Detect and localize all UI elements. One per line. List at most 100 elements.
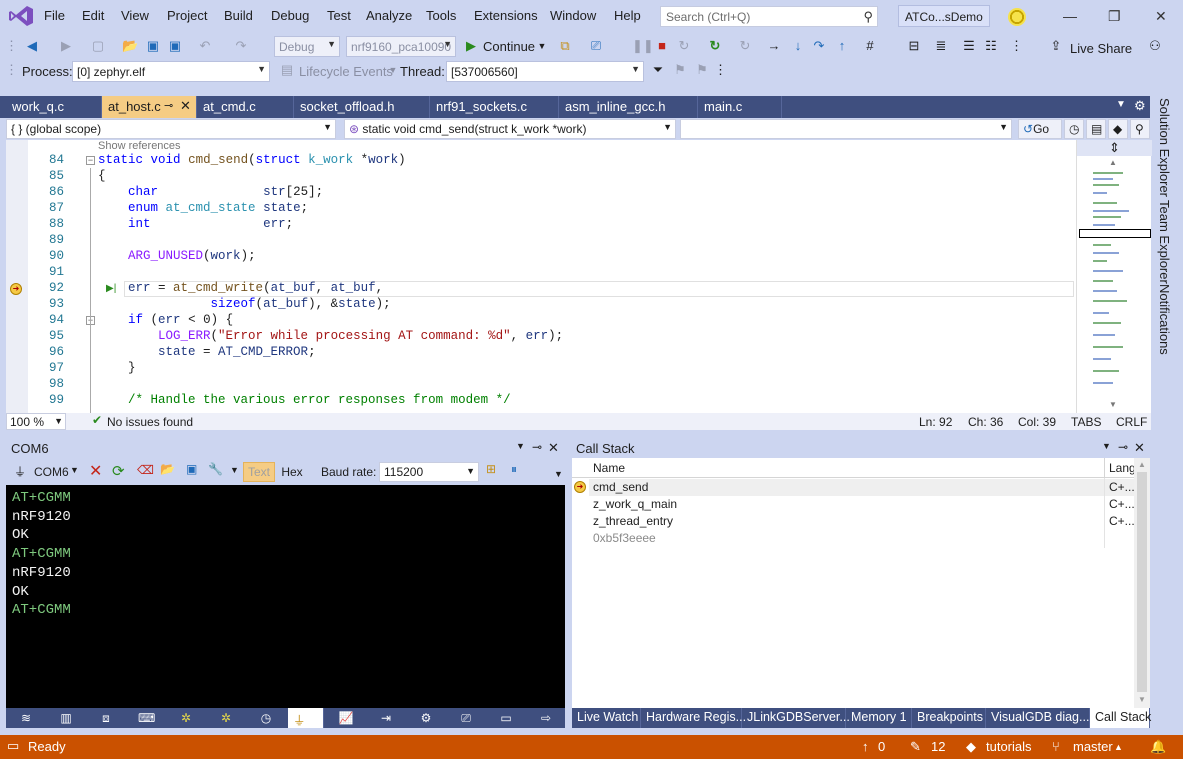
column-header-lang[interactable]: Lang	[1109, 461, 1136, 475]
hex-display-icon[interactable]: #	[862, 36, 878, 56]
toolbar-overflow-icon[interactable]: ⋮	[1010, 36, 1023, 56]
save-all-icon[interactable]: ▣	[167, 36, 183, 56]
document-icon[interactable]: ▤	[1086, 119, 1106, 139]
column-header-name[interactable]: Name	[593, 461, 625, 475]
com-tool-tab[interactable]: ⏚	[288, 708, 324, 728]
close-tab-icon[interactable]: ✕	[180, 98, 191, 114]
disconnect-icon[interactable]: ✕	[89, 461, 102, 481]
split-window-icon[interactable]: ⇕	[1077, 140, 1152, 156]
save-icon[interactable]: ▣	[145, 36, 161, 56]
live-share-button[interactable]: Live Share	[1070, 41, 1132, 56]
show-references-link[interactable]: Show references	[98, 140, 181, 152]
attach-icon[interactable]: ⧉	[555, 36, 575, 56]
restore-icon[interactable]: ❐	[1108, 8, 1121, 25]
new-project-icon[interactable]: ▢	[90, 36, 106, 56]
chevron-down-icon[interactable]: ▼	[1102, 441, 1111, 451]
call-stack-row[interactable]: 0xb5f3eeee	[589, 530, 1137, 547]
code-editor[interactable]: ➜ Show references 84 85 86 87 88 89 90 91 92 93 94…	[6, 140, 1076, 413]
pin-icon[interactable]: ⊸	[164, 99, 173, 112]
tab-live-watch[interactable]: Live Watch	[572, 708, 641, 728]
clock-tool-icon[interactable]: ◷	[258, 711, 274, 725]
tag-icon[interactable]: ◆	[1108, 119, 1128, 139]
modules-tool-icon[interactable]: ⌨	[138, 711, 155, 725]
menu-file[interactable]: File	[44, 8, 65, 23]
scroll-down-icon[interactable]: ▼	[1138, 695, 1146, 704]
tab-visualgdb-diagnostics[interactable]: VisualGDB diag...	[986, 708, 1090, 728]
add-icon[interactable]: ⊞	[486, 462, 496, 476]
tab-jlink-gdb-server[interactable]: JLinkGDBServer...	[742, 708, 850, 728]
break-all-icon[interactable]: ❚❚	[632, 36, 654, 56]
uncomment-lines-icon[interactable]: ☷	[982, 36, 1000, 56]
branch-name[interactable]: master	[1073, 739, 1113, 754]
show-next-statement-icon[interactable]: →	[766, 36, 782, 56]
tab-at-cmd-c[interactable]: at_cmd.c	[197, 96, 294, 118]
chevron-up-icon[interactable]: ▲	[1114, 742, 1123, 752]
search-input[interactable]: Search (Ctrl+Q) ⚲	[660, 6, 878, 27]
chevron-down-icon[interactable]: ▼	[554, 469, 563, 479]
find-symbol-icon[interactable]: ⚲	[1130, 119, 1150, 139]
list-icon[interactable]: ≣	[932, 36, 950, 56]
menu-analyze[interactable]: Analyze	[366, 8, 412, 23]
text-mode-toggle[interactable]: Text	[243, 462, 275, 482]
menu-window[interactable]: Window	[550, 8, 596, 23]
menu-test[interactable]: Test	[327, 8, 351, 23]
thread-dropdown[interactable]: [537006560] ▼	[446, 61, 644, 82]
scroll-up-icon[interactable]: ▲	[1138, 460, 1146, 469]
screen-icon[interactable]: ⎚	[587, 36, 605, 56]
filter-icon[interactable]: ⏷	[650, 60, 666, 80]
menu-edit[interactable]: Edit	[82, 8, 104, 23]
registers-tool-icon[interactable]: ⧈	[98, 711, 114, 725]
scroll-up-icon[interactable]: ▲	[1109, 158, 1117, 167]
console-tool-icon[interactable]: ⎚	[458, 711, 474, 725]
tab-memory-1[interactable]: Memory 1	[846, 708, 912, 728]
chevron-down-icon[interactable]: ▼	[388, 60, 398, 80]
open-file-icon[interactable]: 📂	[122, 36, 138, 56]
step-over-icon[interactable]: ↷	[811, 36, 827, 56]
export-tool-icon[interactable]: ⇨	[538, 711, 554, 725]
menu-project[interactable]: Project	[167, 8, 207, 23]
scrollbar-thumb[interactable]	[1137, 472, 1147, 692]
continue-button[interactable]: Continue	[483, 39, 535, 54]
chart-tool-icon[interactable]: 📈	[338, 711, 354, 725]
chevron-down-icon[interactable]: ▼	[70, 465, 79, 475]
settings-wrench-icon[interactable]: 🔧	[208, 462, 223, 476]
output-tool-icon[interactable]: ⇥	[378, 711, 394, 725]
navigate-forward-icon[interactable]: ▶	[58, 36, 74, 56]
collapse-icon[interactable]: −	[86, 156, 95, 165]
flag-thread-icon[interactable]: ⚑	[672, 60, 688, 80]
tab-at-host-c[interactable]: at_host.c ⊸ ✕	[102, 96, 197, 118]
menu-help[interactable]: Help	[614, 8, 641, 23]
minimize-icon[interactable]: —	[1063, 8, 1077, 24]
call-stack-row[interactable]: z_thread_entry C+...	[589, 513, 1137, 530]
tab-breakpoints[interactable]: Breakpoints	[912, 708, 986, 728]
chevron-down-icon[interactable]: ▼	[230, 465, 239, 475]
go-button[interactable]: ↺Go	[1018, 119, 1062, 139]
menu-extensions[interactable]: Extensions	[474, 8, 538, 23]
board-tool-icon[interactable]: ▥	[58, 711, 74, 725]
settings-tool-icon[interactable]: ⚙	[418, 711, 434, 725]
scroll-down-icon[interactable]: ▼	[1109, 400, 1117, 409]
save-icon[interactable]: ▣	[186, 462, 197, 476]
changes-count[interactable]: 12	[931, 739, 945, 754]
feedback-status-icon[interactable]	[1008, 8, 1026, 26]
tab-work-q-c[interactable]: work_q.c	[6, 96, 102, 118]
account-icon[interactable]: ⚇	[1146, 36, 1164, 56]
flag-all-icon[interactable]: ⚑	[694, 60, 710, 80]
port-name[interactable]: COM6	[34, 465, 69, 479]
solution-name-badge[interactable]: ATCo...sDemo	[898, 5, 990, 27]
toolbar-overflow-icon[interactable]: ⋮	[714, 60, 727, 80]
baud-rate-dropdown[interactable]: 115200 ▼	[379, 462, 479, 482]
tab-main-c[interactable]: main.c	[698, 96, 782, 118]
lifecycle-events-label[interactable]: Lifecycle Events	[299, 64, 393, 79]
menu-view[interactable]: View	[121, 8, 149, 23]
tab-list-dropdown-icon[interactable]: ▼	[1116, 99, 1126, 110]
vertical-scrollbar[interactable]: ▲ ▼	[1134, 458, 1150, 708]
pin-icon[interactable]: ⊸	[1118, 440, 1128, 454]
configuration-dropdown[interactable]: Debug ▼	[274, 36, 340, 57]
issues-status[interactable]: No issues found	[107, 415, 193, 429]
platform-dropdown[interactable]: nrf9160_pca10090 ▼	[346, 36, 456, 57]
comment-lines-icon[interactable]: ☰	[960, 36, 978, 56]
scope-dropdown[interactable]: { } (global scope) ▼	[6, 119, 336, 139]
function-dropdown[interactable]: ⊛ static void cmd_send(struct k_work *wo…	[344, 119, 676, 139]
tab-call-stack[interactable]: Call Stack	[1090, 708, 1151, 728]
